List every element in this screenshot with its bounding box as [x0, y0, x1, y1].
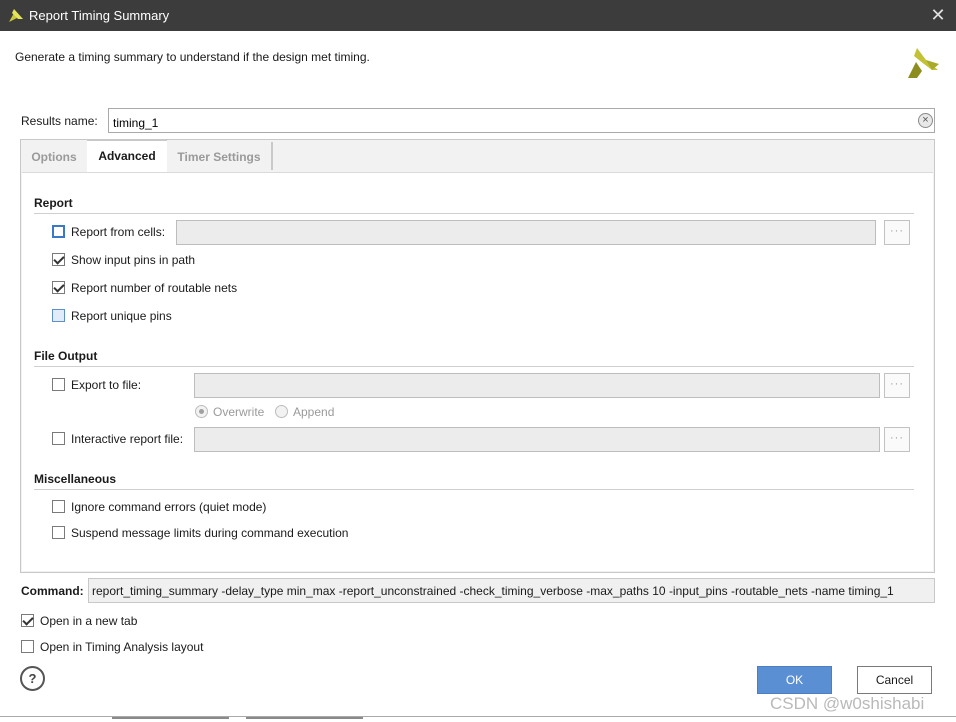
close-icon[interactable]: ✕: [928, 5, 948, 25]
report-from-cells-field: [176, 220, 876, 245]
command-text[interactable]: report_timing_summary -delay_type min_ma…: [88, 578, 935, 603]
report-from-cells-browse-button[interactable]: ···: [884, 220, 910, 245]
report-unique-pins-label: Report unique pins: [71, 309, 172, 323]
section-divider: [34, 213, 914, 214]
report-from-cells-label: Report from cells:: [71, 225, 166, 239]
interactive-report-file-checkbox[interactable]: [52, 432, 65, 445]
open-new-tab-checkbox[interactable]: [21, 614, 34, 627]
tab-options[interactable]: Options: [21, 142, 87, 172]
results-name-input[interactable]: [108, 108, 935, 133]
report-unique-pins-checkbox[interactable]: [52, 309, 65, 322]
dialog-description: Generate a timing summary to understand …: [15, 50, 370, 64]
section-title-report: Report: [34, 196, 73, 210]
interactive-report-file-label: Interactive report file:: [71, 432, 184, 446]
advanced-tab-content: Report Report from cells: ··· Show input…: [22, 172, 933, 571]
export-to-file-label: Export to file:: [71, 378, 142, 392]
tab-timer-settings[interactable]: Timer Settings: [167, 142, 271, 172]
clear-input-icon[interactable]: ×: [918, 113, 933, 128]
tab-panel: Options Advanced Timer Settings Report R…: [20, 139, 935, 573]
interactive-report-file-field: [194, 427, 880, 452]
help-icon[interactable]: ?: [20, 666, 45, 691]
section-divider: [34, 489, 914, 490]
command-label: Command:: [21, 584, 84, 598]
report-from-cells-checkbox[interactable]: [52, 225, 65, 238]
taskbar-segment: [112, 717, 229, 719]
tab-separator: [271, 142, 273, 170]
overwrite-radio[interactable]: [195, 405, 208, 418]
export-to-file-field: [194, 373, 880, 398]
section-title-miscellaneous: Miscellaneous: [34, 472, 117, 486]
section-title-file-output: File Output: [34, 349, 98, 363]
window-title: Report Timing Summary: [29, 8, 170, 23]
title-bar: Report Timing Summary ✕: [0, 0, 956, 31]
ok-button[interactable]: OK: [757, 666, 832, 694]
export-to-file-checkbox[interactable]: [52, 378, 65, 391]
ignore-command-errors-checkbox[interactable]: [52, 500, 65, 513]
suspend-message-limits-label: Suspend message limits during command ex…: [71, 526, 349, 540]
results-name-label: Results name:: [21, 114, 98, 128]
open-timing-layout-label: Open in Timing Analysis layout: [40, 640, 204, 654]
report-routable-nets-label: Report number of routable nets: [71, 281, 238, 295]
ignore-command-errors-label: Ignore command errors (quiet mode): [71, 500, 267, 514]
open-new-tab-label: Open in a new tab: [40, 614, 138, 628]
section-divider: [34, 366, 914, 367]
vivado-logo-icon: [9, 9, 23, 22]
show-input-pins-checkbox[interactable]: [52, 253, 65, 266]
export-to-file-browse-button[interactable]: ···: [884, 373, 910, 398]
append-radio[interactable]: [275, 405, 288, 418]
overwrite-label: Overwrite: [213, 405, 265, 419]
tab-advanced[interactable]: Advanced: [87, 140, 167, 173]
report-routable-nets-checkbox[interactable]: [52, 281, 65, 294]
vivado-brand-icon: [908, 48, 939, 78]
taskbar-segment: [246, 717, 363, 719]
interactive-report-file-browse-button[interactable]: ···: [884, 427, 910, 452]
cancel-button[interactable]: Cancel: [857, 666, 932, 694]
show-input-pins-label: Show input pins in path: [71, 253, 196, 267]
suspend-message-limits-checkbox[interactable]: [52, 526, 65, 539]
open-timing-layout-checkbox[interactable]: [21, 640, 34, 653]
watermark-text: CSDN @w0shishabi: [770, 694, 925, 713]
append-label: Append: [293, 405, 335, 419]
